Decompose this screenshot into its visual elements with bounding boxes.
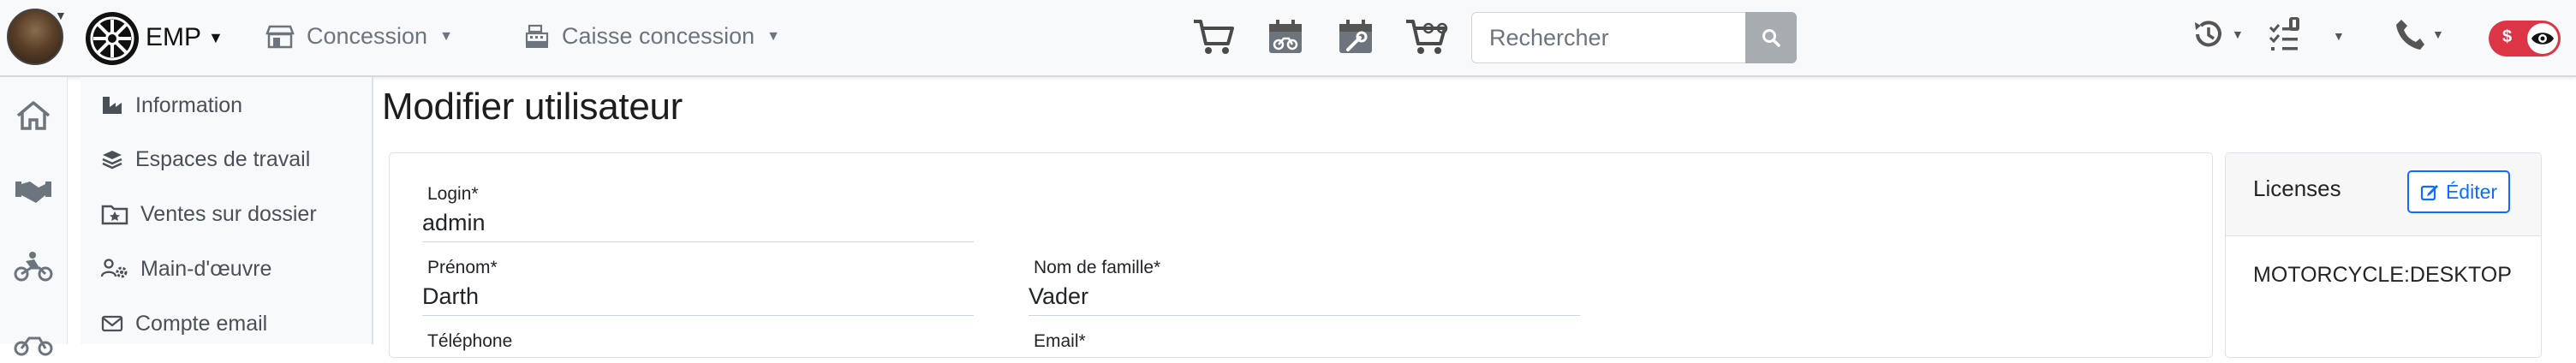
- phone-field[interactable]: Téléphone: [422, 331, 974, 352]
- phone-dropdown[interactable]: ▼: [2394, 17, 2444, 51]
- rail-rentals[interactable]: [12, 245, 55, 288]
- login-input[interactable]: admin: [422, 210, 974, 242]
- cart-motorcycle-icon: [1406, 20, 1448, 54]
- submenu-item-workspaces[interactable]: Espaces de travail: [101, 140, 310, 178]
- price-visibility-toggle[interactable]: $: [2489, 21, 2561, 57]
- cart-button[interactable]: [1190, 15, 1237, 58]
- licenses-title: Licenses: [2253, 176, 2341, 201]
- industry-icon: [103, 97, 122, 114]
- rail-sales[interactable]: [12, 170, 55, 212]
- login-label: Login*: [427, 184, 479, 204]
- submenu-item-information[interactable]: Information: [101, 86, 242, 124]
- edit-licenses-label: Éditer: [2445, 180, 2498, 203]
- brand-logo[interactable]: [86, 12, 139, 65]
- tasks-icon: [2269, 17, 2299, 51]
- nav-caisse-dropdown[interactable]: Caisse concession ▼: [524, 23, 780, 50]
- home-icon: [16, 101, 51, 130]
- page-title: Modifier utilisateur: [382, 86, 683, 128]
- calendar-wrench-icon: [1339, 20, 1372, 53]
- chevron-down-icon: ▼: [2432, 27, 2444, 41]
- search-icon: [1762, 29, 1780, 47]
- licenses-card: Licenses Éditer MOTORCYCLE:DESKTOP: [2225, 152, 2542, 358]
- history-icon: [2195, 21, 2221, 47]
- nav-caisse-label: Caisse concession: [562, 23, 755, 49]
- last-name-input[interactable]: Vader: [1029, 283, 1580, 316]
- eye-icon: [2531, 33, 2554, 45]
- license-value: MOTORCYCLE:DESKTOP: [2253, 263, 2512, 287]
- motorcycle-rider-icon: [14, 252, 53, 282]
- cash-register-icon: [525, 24, 549, 48]
- rail-home[interactable]: [12, 94, 55, 137]
- last-name-field[interactable]: Nom de famille* Vader: [1029, 258, 1580, 316]
- submenu-item-labor[interactable]: Main-d'œuvre: [101, 250, 271, 288]
- submenu-item-email-account[interactable]: Compte email: [101, 305, 267, 342]
- cart-icon: [1194, 20, 1234, 54]
- search-group: [1471, 12, 1797, 63]
- store-icon: [265, 25, 295, 48]
- icon-rail: [0, 77, 68, 356]
- submenu-label: Compte email: [135, 311, 268, 336]
- motorcycle-icon: [14, 336, 53, 356]
- calendar-motorcycle-icon: [1269, 20, 1302, 53]
- avatar-caret-icon[interactable]: ▼: [55, 9, 67, 22]
- chevron-down-icon: ▼: [2232, 27, 2244, 41]
- submenu-item-file-sales[interactable]: Ventes sur dossier: [101, 195, 317, 233]
- nav-concession-label: Concession: [307, 23, 428, 49]
- empire-logo-icon: [90, 16, 134, 61]
- envelope-icon: [101, 315, 123, 332]
- login-field[interactable]: Login* admin: [422, 184, 974, 242]
- handshake-icon: [15, 182, 51, 203]
- folder-star-icon: [101, 205, 128, 225]
- email-label: Email*: [1034, 331, 1086, 351]
- submenu-label: Information: [135, 92, 243, 117]
- phone-icon: [2396, 20, 2424, 50]
- submenu-label: Espaces de travail: [135, 146, 311, 171]
- search-button[interactable]: [1745, 12, 1797, 63]
- history-dropdown[interactable]: ▼: [2191, 17, 2244, 51]
- last-name-label: Nom de famille*: [1034, 258, 1161, 277]
- submenu-label: Ventes sur dossier: [140, 201, 317, 226]
- toggle-symbol: $: [2502, 27, 2513, 46]
- chevron-down-icon: ▼: [766, 28, 780, 44]
- first-name-label: Prénom*: [427, 258, 498, 277]
- phone-label: Téléphone: [427, 331, 513, 351]
- layers-icon: [102, 151, 122, 170]
- chevron-down-icon: ▼: [439, 28, 453, 44]
- chevron-down-icon: ▼: [2333, 29, 2345, 43]
- tasks-dropdown[interactable]: ▼: [2268, 17, 2345, 55]
- rail-vehicles[interactable]: [12, 320, 55, 363]
- brand-dropdown[interactable]: EMP ▼: [146, 23, 224, 52]
- nav-concession-dropdown[interactable]: Concession ▼: [265, 23, 453, 50]
- calendar-wrench-button[interactable]: [1333, 15, 1379, 58]
- settings-submenu: Information Espaces de travail Ventes su…: [80, 77, 373, 344]
- edit-icon: [2420, 185, 2438, 201]
- licenses-card-header: Licenses Éditer: [2226, 153, 2541, 236]
- users-gear-icon: [101, 259, 128, 278]
- chevron-down-icon: ▼: [208, 28, 224, 46]
- user-form-card: Login* admin Prénom* Darth Nom de famill…: [389, 152, 2213, 358]
- top-navbar: ▼ EMP ▼ Concession ▼ Caisse concession ▼…: [0, 0, 2576, 77]
- first-name-input[interactable]: Darth: [422, 283, 974, 316]
- search-input[interactable]: [1471, 12, 1745, 63]
- toggle-knob: [2527, 23, 2558, 54]
- first-name-field[interactable]: Prénom* Darth: [422, 258, 974, 316]
- brand-label: EMP: [146, 23, 202, 51]
- email-field[interactable]: Email*: [1029, 331, 1580, 352]
- submenu-label: Main-d'œuvre: [140, 256, 272, 281]
- edit-licenses-button[interactable]: Éditer: [2407, 170, 2510, 213]
- cart-motorcycle-button[interactable]: [1404, 15, 1451, 58]
- calendar-motorcycle-button[interactable]: [1262, 15, 1309, 58]
